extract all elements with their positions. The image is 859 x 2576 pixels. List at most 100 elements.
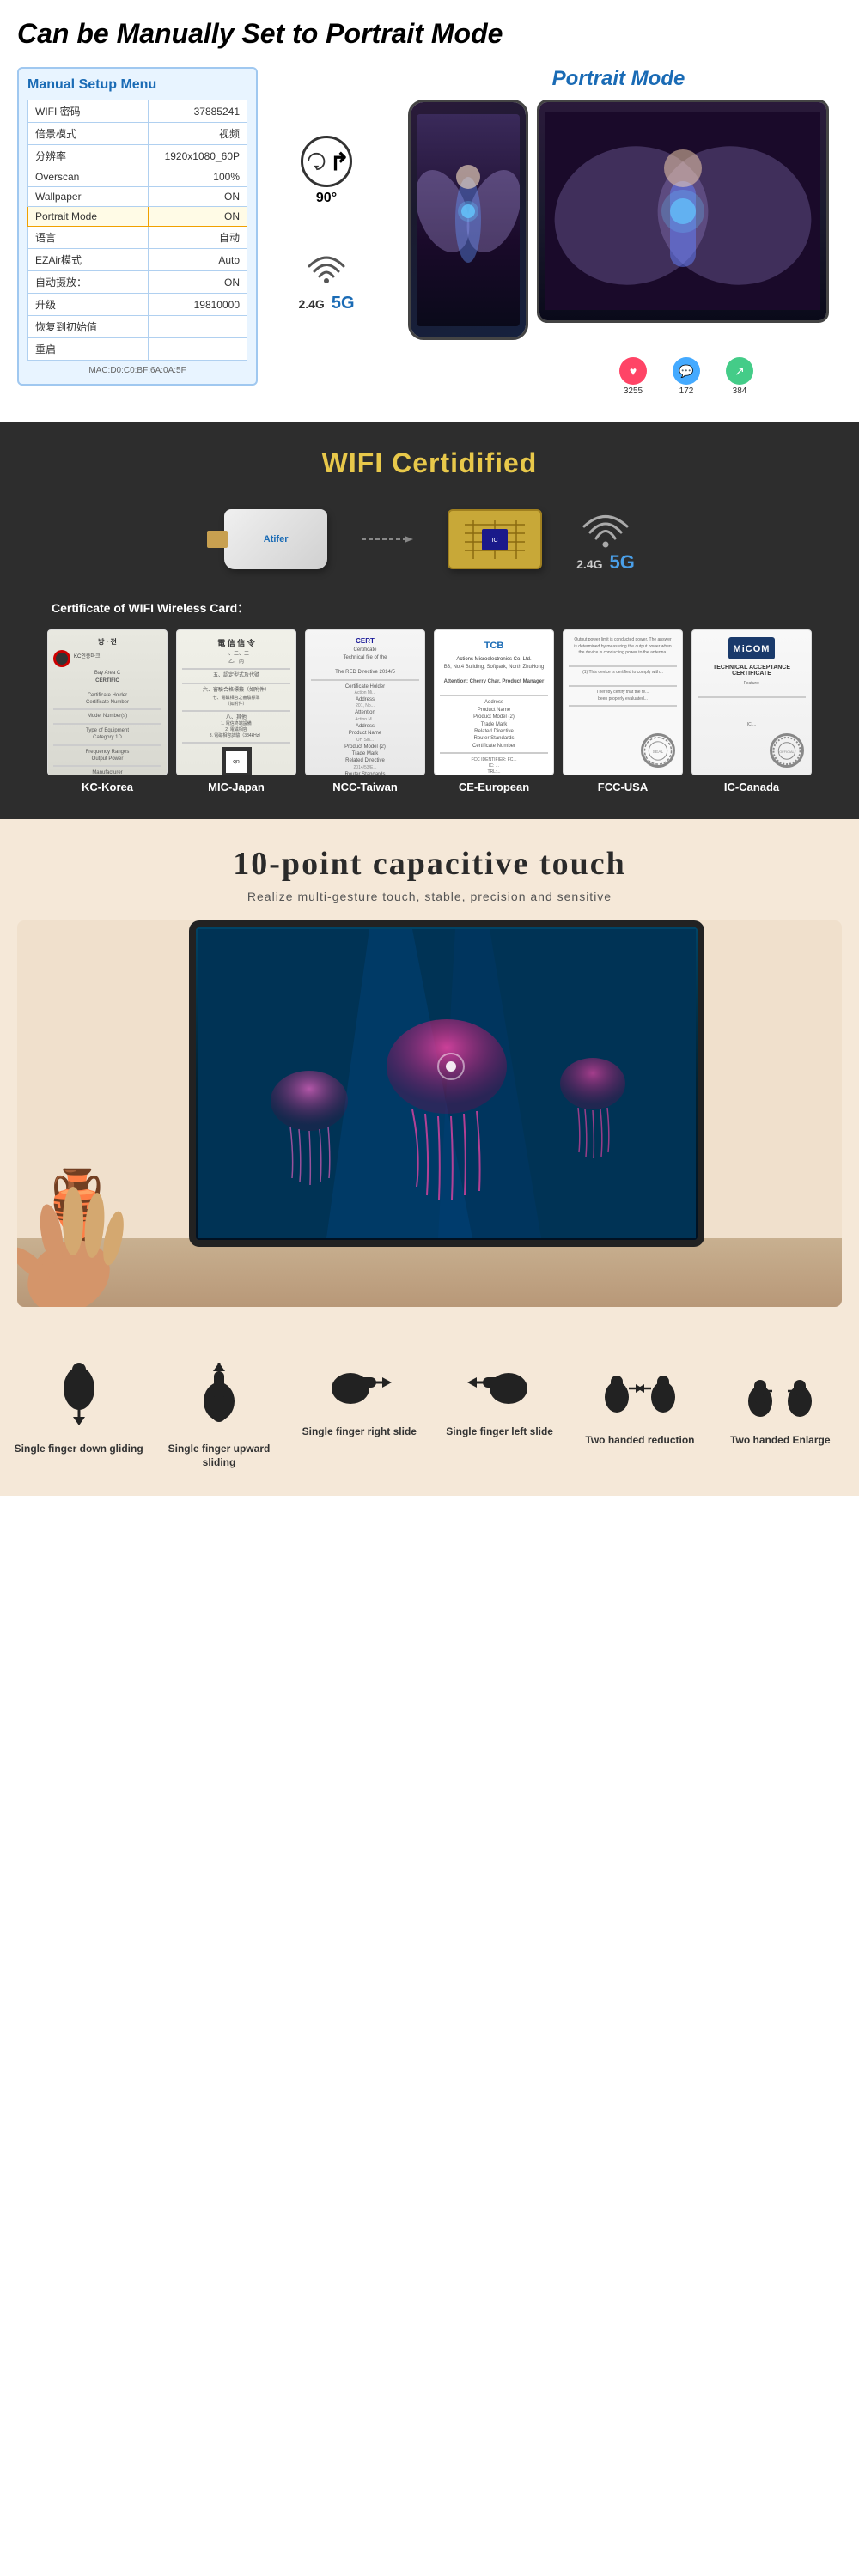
gesture-down-label: Single finger down gliding <box>15 1443 143 1456</box>
gesture-single-left: Single finger left slide <box>436 1358 564 1439</box>
large-screen-mockup <box>537 100 829 323</box>
wifi-frequency: 2.4G 5G <box>298 294 354 313</box>
svg-text:SEAL: SEAL <box>653 750 664 755</box>
degree-label: 90° <box>316 191 337 206</box>
touch-subtitle: Realize multi-gesture touch, stable, pre… <box>17 890 842 903</box>
cert-ncc-name: NCC-Taiwan <box>332 781 398 793</box>
wifi-waves-icon <box>305 249 348 283</box>
cert-card-ncc: CERT Certificate Technical file of the T… <box>305 629 425 775</box>
social-icons: ♥ 3255 💬 172 ↗ 384 <box>619 349 753 396</box>
menu-value: Auto <box>149 249 247 271</box>
cert-fcc-seal: SEAL <box>641 733 675 768</box>
menu-label: 分辨率 <box>28 145 149 167</box>
manual-setup-menu: Manual Setup Menu WIFI 密码 37885241 倍景模式 … <box>17 67 258 386</box>
social-comment: 💬 172 <box>673 357 700 396</box>
jellyfish-scene-svg <box>198 929 696 1238</box>
gesture-two-enlarge: Two handed Enlarge <box>716 1358 844 1448</box>
usb-dongle: Atifer <box>224 509 327 569</box>
table-row: 自动摄放： ON <box>28 271 247 294</box>
wifi-signal-icon <box>305 249 348 290</box>
share-count: 384 <box>733 386 747 396</box>
table-row: EZAir模式 Auto <box>28 249 247 271</box>
table-row: 升级 19810000 <box>28 294 247 316</box>
cert-card-kc: 방 · 전 KC인증마크 Bay Area C CERTIFIC Certifi… <box>47 629 168 775</box>
cert-kc-title: 방 · 전 <box>53 637 161 647</box>
cert-ic: MiCOM TECHNICAL ACCEPTANCECERTIFICATE Fe… <box>691 629 812 793</box>
gesture-two-reduction: Two handed reduction <box>576 1358 704 1448</box>
hand-svg <box>17 1165 172 1307</box>
gesture-row: Single finger down gliding Single finger… <box>9 1358 850 1469</box>
svg-text:IC: IC <box>492 538 498 544</box>
menu-value: 19810000 <box>149 294 247 316</box>
menu-label: Portrait Mode <box>28 207 149 227</box>
menu-value: 37885241 <box>149 100 247 123</box>
large-screen-display <box>539 102 826 320</box>
social-share: ↗ 384 <box>726 357 753 396</box>
rotation-circle <box>301 136 352 187</box>
two-hand-reduction-svg <box>601 1358 679 1419</box>
table-row: Overscan 100% <box>28 167 247 187</box>
gesture-reduction-icon <box>601 1358 679 1427</box>
portrait-content: Manual Setup Menu WIFI 密码 37885241 倍景模式 … <box>17 67 842 396</box>
cert-card-fcc: Output power limit is conducted power. T… <box>563 629 683 775</box>
phone-mockup <box>408 100 528 340</box>
rotation-arrow: 90° <box>301 136 352 206</box>
menu-label: 恢复到初始值 <box>28 316 149 338</box>
wifi-freq-label: 2.4G 5G <box>576 551 635 574</box>
cert-card-ce: TCB Actions Microelectronics Co. Ltd. B3… <box>434 629 554 775</box>
menu-table: WIFI 密码 37885241 倍景模式 视频 分辨率 1920x1080_6… <box>27 100 247 361</box>
social-heart: ♥ 3255 <box>619 357 647 396</box>
seal-icon: SEAL <box>643 736 673 766</box>
gesture-right-icon <box>325 1358 393 1419</box>
portrait-right-panel: Portrait Mode <box>395 67 842 396</box>
table-row: WIFI 密码 37885241 <box>28 100 247 123</box>
freq-24-label: 2.4G <box>298 297 324 311</box>
gesture-left-label: Single finger left slide <box>446 1425 553 1439</box>
cert-mic-body: 一、二、三 乙、丙 五、認定型式及代號 六、審驗合格標籤（如附件） 七、電磁相容… <box>182 651 290 744</box>
phone-screen <box>411 102 526 337</box>
gesture-left-icon <box>466 1358 534 1419</box>
gesture-enlarge-icon <box>741 1358 819 1427</box>
heart-icon: ♥ <box>619 357 647 385</box>
cert-fcc: Output power limit is conducted power. T… <box>563 629 683 793</box>
gesture-reduction-label: Two handed reduction <box>585 1434 694 1448</box>
menu-label: 语言 <box>28 227 149 249</box>
menu-value: 自动 <box>149 227 247 249</box>
two-hand-enlarge-svg <box>741 1358 819 1419</box>
menu-value: ON <box>149 187 247 207</box>
menu-value <box>149 338 247 361</box>
portrait-mode-title: Portrait Mode <box>552 67 685 91</box>
mac-address: MAC:D0:C0:BF:6A:0A:5F <box>27 366 247 375</box>
cert-card-mic: 電 信 信 令 一、二、三 乙、丙 五、認定型式及代號 六、審驗合格標籤（如附件… <box>176 629 296 775</box>
table-row-highlight: Portrait Mode ON <box>28 207 247 227</box>
wifi-products-row: Atifer IC <box>17 505 842 574</box>
menu-label: 倍景模式 <box>28 123 149 145</box>
hand-gesture <box>17 1165 172 1307</box>
table-row: 恢复到初始值 <box>28 316 247 338</box>
finger-up-svg <box>193 1358 245 1427</box>
finger-right-svg <box>325 1358 393 1410</box>
heart-count: 3255 <box>624 386 643 396</box>
gesture-section: Single finger down gliding Single finger… <box>0 1341 859 1495</box>
wifi-signal-large-icon <box>580 505 631 548</box>
angel-svg <box>417 134 520 306</box>
usb-brand-label: Atifer <box>264 534 289 544</box>
table-row: 倍景模式 视频 <box>28 123 247 145</box>
menu-label: Overscan <box>28 167 149 187</box>
gesture-single-right: Single finger right slide <box>295 1358 423 1439</box>
freq-5g-label: 5G <box>332 294 355 313</box>
menu-value: ON <box>149 207 247 227</box>
cert-ncc: CERT Certificate Technical file of the T… <box>305 629 425 793</box>
touch-title: 10-point capacitive touch <box>17 845 842 883</box>
rotation-icon <box>303 140 330 183</box>
monitor-display <box>189 920 704 1247</box>
arrow-connector <box>362 531 413 548</box>
menu-value: 1920x1080_60P <box>149 145 247 167</box>
cert-section-label: Certificate of WIFI Wireless Card： <box>34 599 825 617</box>
finger-left-svg <box>466 1358 534 1410</box>
usb-dongle-container: Atifer <box>224 509 327 569</box>
cert-ce-name: CE-European <box>459 781 529 793</box>
cert-ic-seal: OFFICIAL <box>770 733 804 768</box>
monitor-screen-content <box>196 927 698 1240</box>
table-row: 分辨率 1920x1080_60P <box>28 145 247 167</box>
